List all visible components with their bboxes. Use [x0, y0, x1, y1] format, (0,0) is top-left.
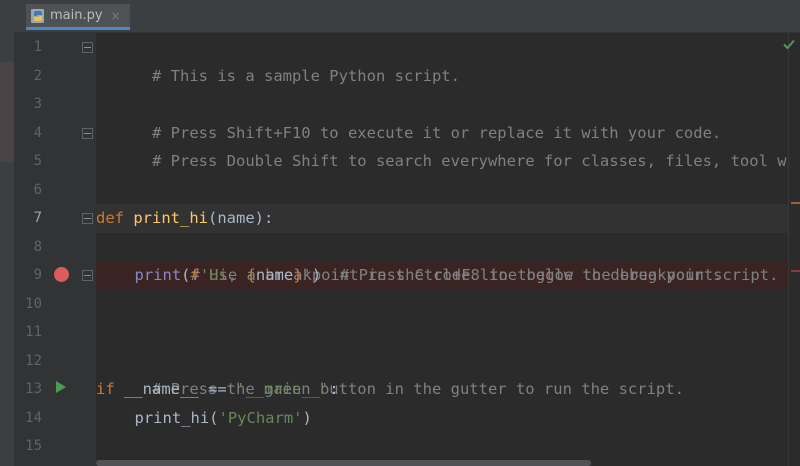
editor-window: main.py × 1 2 3 4 5 6 7 8 9 10 11 12 13 …: [0, 0, 800, 466]
run-gutter-icon[interactable]: [56, 381, 66, 393]
tab-main-py[interactable]: main.py ×: [26, 4, 130, 30]
left-strip-accent: [0, 62, 14, 162]
editor-gutter[interactable]: 1 2 3 4 5 6 7 8 9 10 11 12 13 14 15: [14, 33, 96, 466]
line-number: 4: [33, 124, 42, 141]
code-line-1: # This is a sample Python script.: [96, 33, 460, 85]
breakpoint-marker[interactable]: [791, 270, 800, 272]
code-line-9: print(f'Hi, {name}') # Press Ctrl+F8 to …: [135, 261, 723, 290]
fold-toggle-icon[interactable]: [82, 128, 93, 139]
function-call: print_hi: [134, 408, 210, 427]
code-line-7: def print_hi(name):: [96, 204, 273, 233]
horizontal-scrollbar[interactable]: [96, 460, 788, 466]
code-line-8: # Use a breakpoint in the code line belo…: [135, 233, 779, 284]
keyword-if: if: [96, 380, 115, 398]
string-part: 'Hi,: [199, 266, 247, 284]
breakpoint-icon[interactable]: [54, 267, 69, 282]
line-number: 11: [25, 324, 42, 340]
code-line-14: print_hi('PyCharm'): [135, 404, 312, 433]
tab-label: main.py: [50, 8, 103, 23]
line-number: 2: [33, 67, 42, 84]
scrollbar-thumb[interactable]: [96, 460, 591, 466]
check-icon[interactable]: [782, 37, 796, 51]
paren-close: ): [302, 408, 312, 427]
code-line-12: # Press the green button in the gutter t…: [96, 347, 684, 398]
expression: __name__ ==: [114, 380, 236, 398]
paren-open: (: [209, 408, 219, 427]
error-stripe[interactable]: [788, 33, 800, 466]
warning-marker[interactable]: [791, 202, 800, 204]
line-number: 1: [33, 39, 42, 55]
code-line-13: if __name__ == '__main__':: [96, 375, 339, 404]
fstring-prefix: f: [190, 266, 200, 284]
comment: # Press Ctrl+F8 to toggle the breakpoint…: [339, 266, 723, 284]
params: (name):: [208, 209, 274, 227]
brace-close: }: [293, 266, 303, 284]
line-number-active: 7: [33, 210, 42, 226]
comment: # Press Double Shift to search everywher…: [152, 152, 788, 170]
line-number: 6: [33, 181, 42, 198]
string-end: ': [302, 266, 312, 284]
line-number: 15: [25, 438, 42, 454]
line-number: 8: [33, 238, 42, 255]
fold-toggle-icon[interactable]: [82, 270, 93, 281]
string-literal: '__main__': [236, 380, 330, 398]
paren-close: ): [311, 266, 322, 284]
left-tool-strip: [0, 0, 14, 466]
function-name: print_hi: [133, 209, 208, 227]
fold-toggle-icon[interactable]: [82, 42, 93, 53]
python-file-icon: [31, 8, 44, 23]
code-editor[interactable]: # This is a sample Python script. # Pres…: [96, 33, 788, 466]
line-number: 9: [33, 267, 42, 283]
fold-toggle-icon[interactable]: [82, 213, 93, 224]
line-number: 5: [33, 153, 42, 169]
code-line-3: # Press Shift+F10 to execute it or repla…: [96, 90, 721, 142]
string-literal: 'PyCharm': [218, 408, 303, 427]
tab-close-icon[interactable]: ×: [111, 9, 121, 23]
paren-open: (: [181, 266, 191, 284]
fstring-var: name: [255, 266, 294, 284]
line-number: 3: [33, 96, 42, 112]
comment: # This is a sample Python script.: [152, 66, 460, 85]
brace-open: {: [246, 266, 256, 284]
code-line-4: # Press Double Shift to search everywher…: [96, 119, 788, 170]
editor-tab-bar: main.py ×: [14, 0, 800, 33]
colon: :: [329, 380, 339, 398]
keyword-def: def: [96, 209, 124, 227]
line-number: 13: [25, 381, 42, 397]
line-number: 14: [25, 409, 42, 426]
line-number: 12: [25, 352, 42, 369]
line-number: 10: [25, 295, 42, 312]
builtin-print: print: [134, 266, 182, 284]
